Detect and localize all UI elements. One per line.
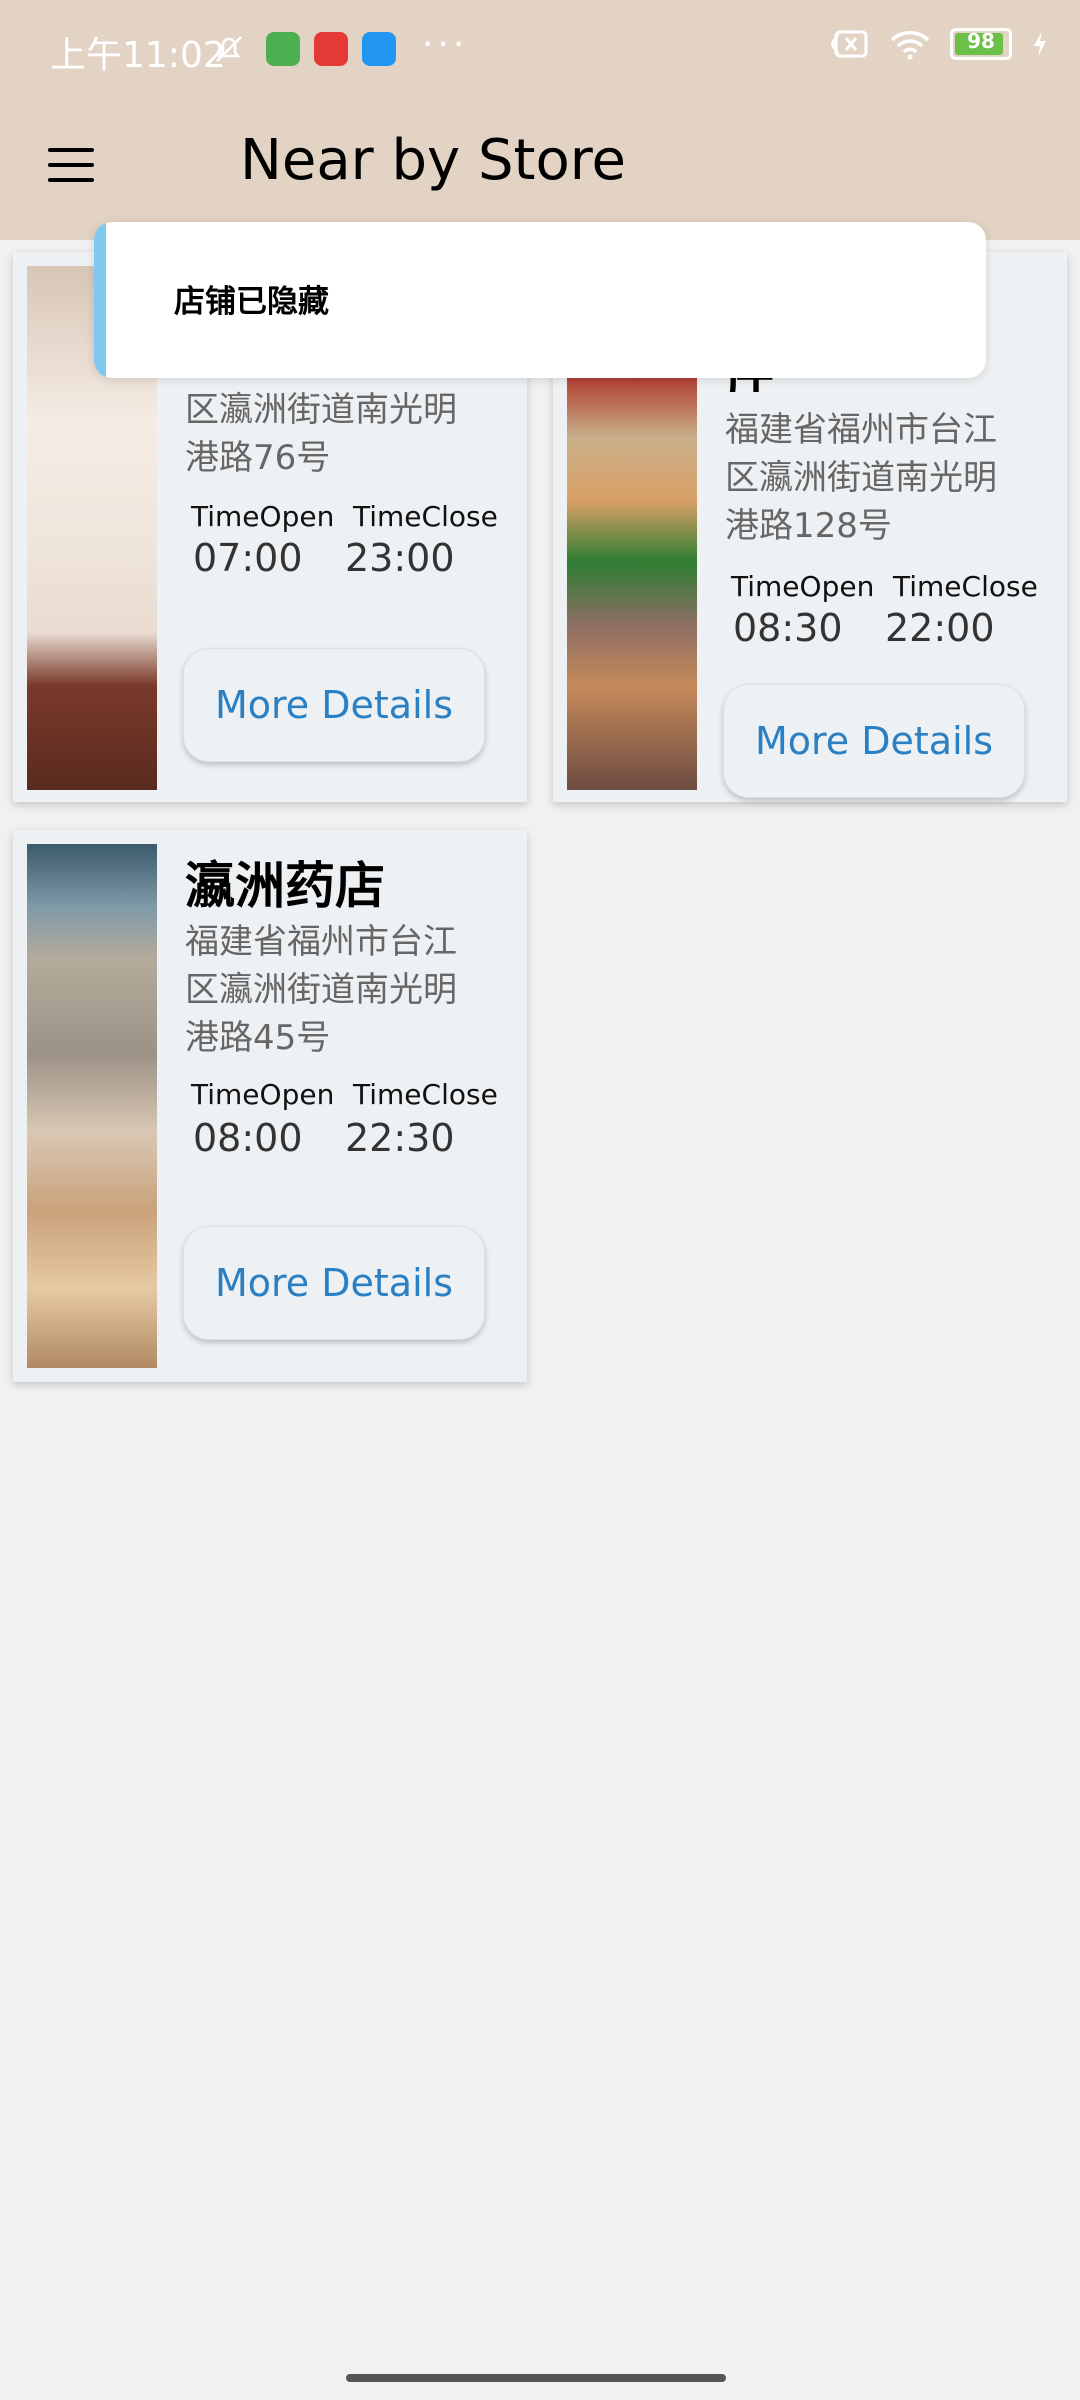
close-time-label: TimeClose xyxy=(893,570,1038,603)
close-time-label: TimeClose xyxy=(353,1078,498,1111)
store-address: 福建省福州市台江区瀛洲街道南光明港路128号 xyxy=(725,410,997,546)
store-name: 瀛洲药店 xyxy=(185,857,385,915)
close-time: 22:00 xyxy=(885,606,995,650)
charging-icon xyxy=(1034,31,1046,57)
store-address: 福建省福州市台江区瀛洲街道南光明港路45号 xyxy=(185,922,457,1058)
store-image-mall xyxy=(27,844,157,1368)
close-time: 23:00 xyxy=(345,536,455,580)
open-time-label: TimeOpen xyxy=(191,1078,335,1111)
more-details-button[interactable]: More Details xyxy=(183,1226,485,1340)
hamburger-menu-icon[interactable] xyxy=(48,148,94,182)
more-dots-icon: ··· xyxy=(422,24,469,65)
store-address: 区瀛洲街道南光明港路76号 xyxy=(185,390,457,478)
page-title: Near by Store xyxy=(240,128,626,193)
open-time: 08:00 xyxy=(193,1116,303,1160)
home-indicator[interactable] xyxy=(346,2374,726,2382)
status-bar: 上午11:02 ··· 98 xyxy=(0,0,1080,100)
open-time-label: TimeOpen xyxy=(191,500,335,533)
close-time-label: TimeClose xyxy=(353,500,498,533)
store-image-supermarket xyxy=(567,376,697,790)
store-card[interactable]: 瀛洲药店 福建省福州市台江区瀛洲街道南光明港路45号 TimeOpen Time… xyxy=(13,830,527,1382)
mute-bell-icon xyxy=(216,36,242,62)
xiaohongshu-icon xyxy=(314,32,348,66)
more-details-button[interactable]: More Details xyxy=(723,684,1025,798)
close-time: 22:30 xyxy=(345,1116,455,1160)
open-time-label: TimeOpen xyxy=(731,570,875,603)
status-time: 上午11:02 xyxy=(50,35,226,76)
toast-message: 店铺已隐藏 xyxy=(174,284,329,320)
message-app-icon xyxy=(362,32,396,66)
app-bar: Near by Store xyxy=(0,100,1080,240)
toast-notification: 店铺已隐藏 xyxy=(94,222,986,378)
android-app-icon xyxy=(266,32,300,66)
more-details-button[interactable]: More Details xyxy=(183,648,485,762)
open-time: 08:30 xyxy=(733,606,843,650)
battery-icon: 98 xyxy=(950,28,1012,60)
wifi-icon xyxy=(890,31,930,60)
open-time: 07:00 xyxy=(193,536,303,580)
toast-accent-bar xyxy=(94,222,106,378)
no-sim-icon xyxy=(830,30,868,58)
battery-percent: 98 xyxy=(967,29,995,53)
